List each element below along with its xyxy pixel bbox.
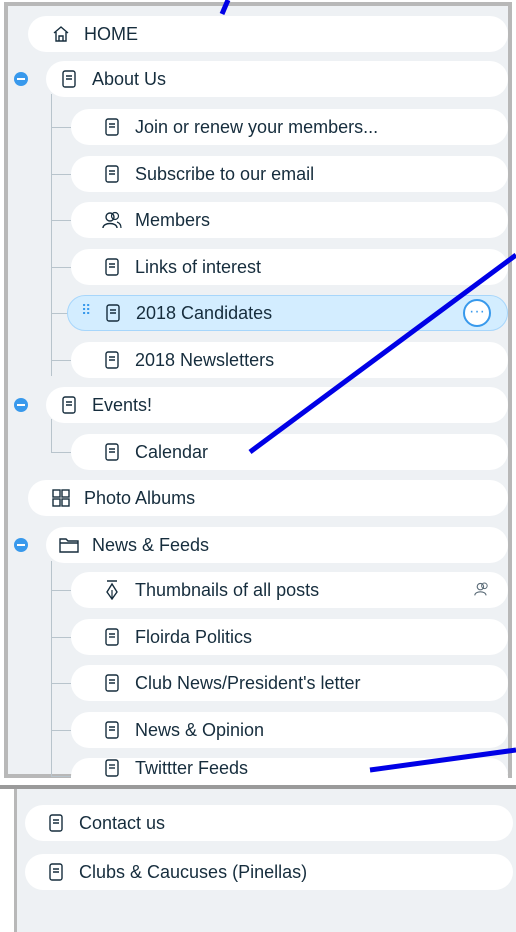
menu-item-label: 2018 Candidates bbox=[136, 302, 273, 323]
page-icon bbox=[58, 394, 80, 416]
menu-item-florida-politics[interactable]: Floirda Politics bbox=[71, 619, 508, 655]
menu-item-about-us[interactable]: About Us bbox=[46, 61, 508, 97]
page-icon bbox=[45, 861, 67, 883]
menu-item-label: Clubs & Caucuses (Pinellas) bbox=[79, 861, 308, 882]
menu-item-label: About Us bbox=[92, 68, 167, 89]
menu-item-label: Twittter Feeds bbox=[135, 758, 249, 778]
menu-item-news-opinion[interactable]: News & Opinion bbox=[71, 712, 508, 748]
pages-menu-lower-tree: Contact us Clubs & Caucuses (Pinellas) bbox=[14, 789, 516, 932]
menu-item-2018-newsletters[interactable]: 2018 Newsletters bbox=[71, 342, 508, 378]
menu-item-thumbnails-posts[interactable]: Thumbnails of all posts bbox=[71, 572, 508, 608]
collapse-about-us-toggle[interactable] bbox=[14, 72, 28, 86]
menu-item-label: Photo Albums bbox=[84, 487, 196, 508]
page-icon bbox=[45, 812, 67, 834]
collapse-events-toggle[interactable] bbox=[14, 398, 28, 412]
folder-icon bbox=[58, 534, 80, 556]
menu-item-events[interactable]: Events! bbox=[46, 387, 508, 423]
menu-item-label: Events! bbox=[92, 394, 153, 415]
home-icon bbox=[50, 23, 72, 45]
menu-item-label: Subscribe to our email bbox=[135, 163, 315, 184]
menu-item-label: Floirda Politics bbox=[135, 626, 253, 647]
page-icon bbox=[101, 441, 123, 463]
pages-menu-tree: HOME About Us Join or renew your members… bbox=[4, 2, 512, 778]
menu-item-label: Club News/President's letter bbox=[135, 672, 361, 693]
page-icon bbox=[101, 758, 123, 778]
page-icon bbox=[101, 349, 123, 371]
menu-item-photo-albums[interactable]: Photo Albums bbox=[28, 480, 508, 516]
menu-item-label: News & Opinion bbox=[135, 719, 265, 740]
menu-item-join-membership[interactable]: Join or renew your members... bbox=[71, 109, 508, 145]
menu-item-subscribe-email[interactable]: Subscribe to our email bbox=[71, 156, 508, 192]
menu-item-news-feeds[interactable]: News & Feeds bbox=[46, 527, 508, 563]
page-icon bbox=[101, 719, 123, 741]
menu-item-label: Links of interest bbox=[135, 256, 262, 277]
menu-item-label: HOME bbox=[84, 23, 138, 44]
menu-item-calendar[interactable]: Calendar bbox=[71, 434, 508, 470]
page-icon bbox=[101, 116, 123, 138]
pen-icon bbox=[101, 579, 123, 601]
menu-item-label: Join or renew your members... bbox=[135, 116, 379, 137]
menu-item-home[interactable]: HOME bbox=[28, 16, 508, 52]
site-pages-panel: HOME About Us Join or renew your members… bbox=[0, 0, 516, 932]
menu-item-label: Contact us bbox=[79, 812, 166, 833]
menu-item-club-news[interactable]: Club News/President's letter bbox=[71, 665, 508, 701]
menu-item-2018-candidates[interactable]: 2018 Candidates bbox=[67, 295, 508, 331]
drag-handle-icon[interactable]: ⠿ bbox=[81, 302, 91, 319]
menu-item-label: 2018 Newsletters bbox=[135, 349, 275, 370]
page-icon bbox=[101, 672, 123, 694]
members-only-icon bbox=[474, 581, 490, 602]
menu-item-contact-us[interactable]: Contact us bbox=[25, 805, 513, 841]
menu-item-members[interactable]: Members bbox=[71, 202, 508, 238]
menu-item-label: Members bbox=[135, 209, 211, 230]
collapse-news-feeds-toggle[interactable] bbox=[14, 538, 28, 552]
page-icon bbox=[102, 302, 124, 324]
members-icon bbox=[101, 209, 123, 231]
page-icon bbox=[101, 256, 123, 278]
menu-item-twitter-feeds[interactable]: Twittter Feeds bbox=[71, 758, 508, 778]
menu-item-label: Thumbnails of all posts bbox=[135, 579, 320, 600]
gallery-icon bbox=[50, 487, 72, 509]
page-icon bbox=[101, 163, 123, 185]
more-actions-icon[interactable]: ··· bbox=[463, 299, 491, 327]
page-icon bbox=[58, 68, 80, 90]
menu-item-label: Calendar bbox=[135, 441, 209, 462]
page-icon bbox=[101, 626, 123, 648]
pages-menu-lower: Contact us Clubs & Caucuses (Pinellas) bbox=[0, 785, 516, 932]
menu-item-links-of-interest[interactable]: Links of interest bbox=[71, 249, 508, 285]
menu-item-label: News & Feeds bbox=[92, 534, 210, 555]
menu-item-clubs-caucuses[interactable]: Clubs & Caucuses (Pinellas) bbox=[25, 854, 513, 890]
